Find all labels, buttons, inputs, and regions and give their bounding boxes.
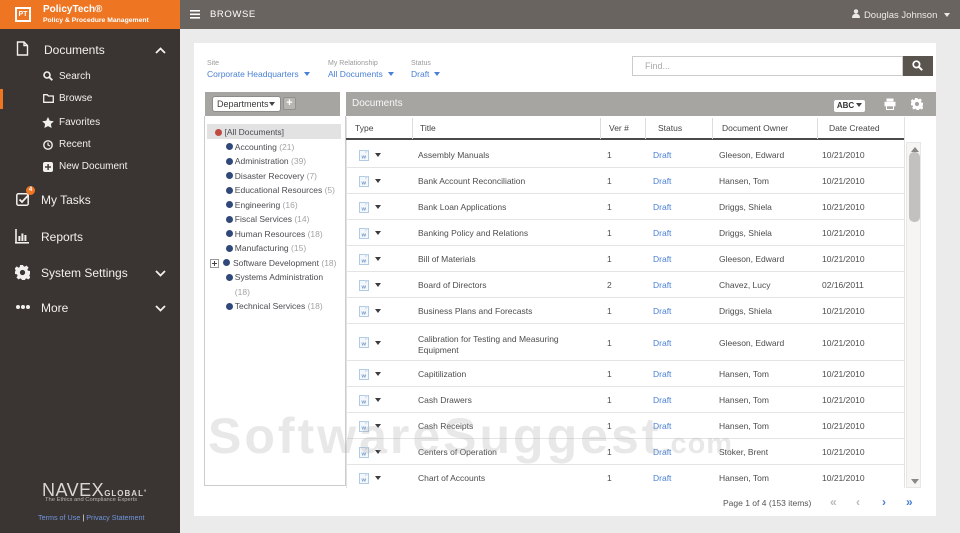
- svg-text:w: w: [361, 310, 367, 316]
- svg-text:w: w: [361, 451, 367, 457]
- svg-text:w: w: [361, 373, 367, 379]
- svg-text:w: w: [361, 477, 367, 483]
- svg-text:w: w: [361, 232, 367, 238]
- svg-text:w: w: [361, 206, 367, 212]
- svg-text:w: w: [361, 154, 367, 160]
- svg-text:w: w: [361, 342, 367, 348]
- svg-text:w: w: [361, 399, 367, 405]
- svg-text:w: w: [361, 425, 367, 431]
- svg-text:w: w: [361, 258, 367, 264]
- svg-text:w: w: [361, 284, 367, 290]
- svg-text:w: w: [361, 180, 367, 186]
